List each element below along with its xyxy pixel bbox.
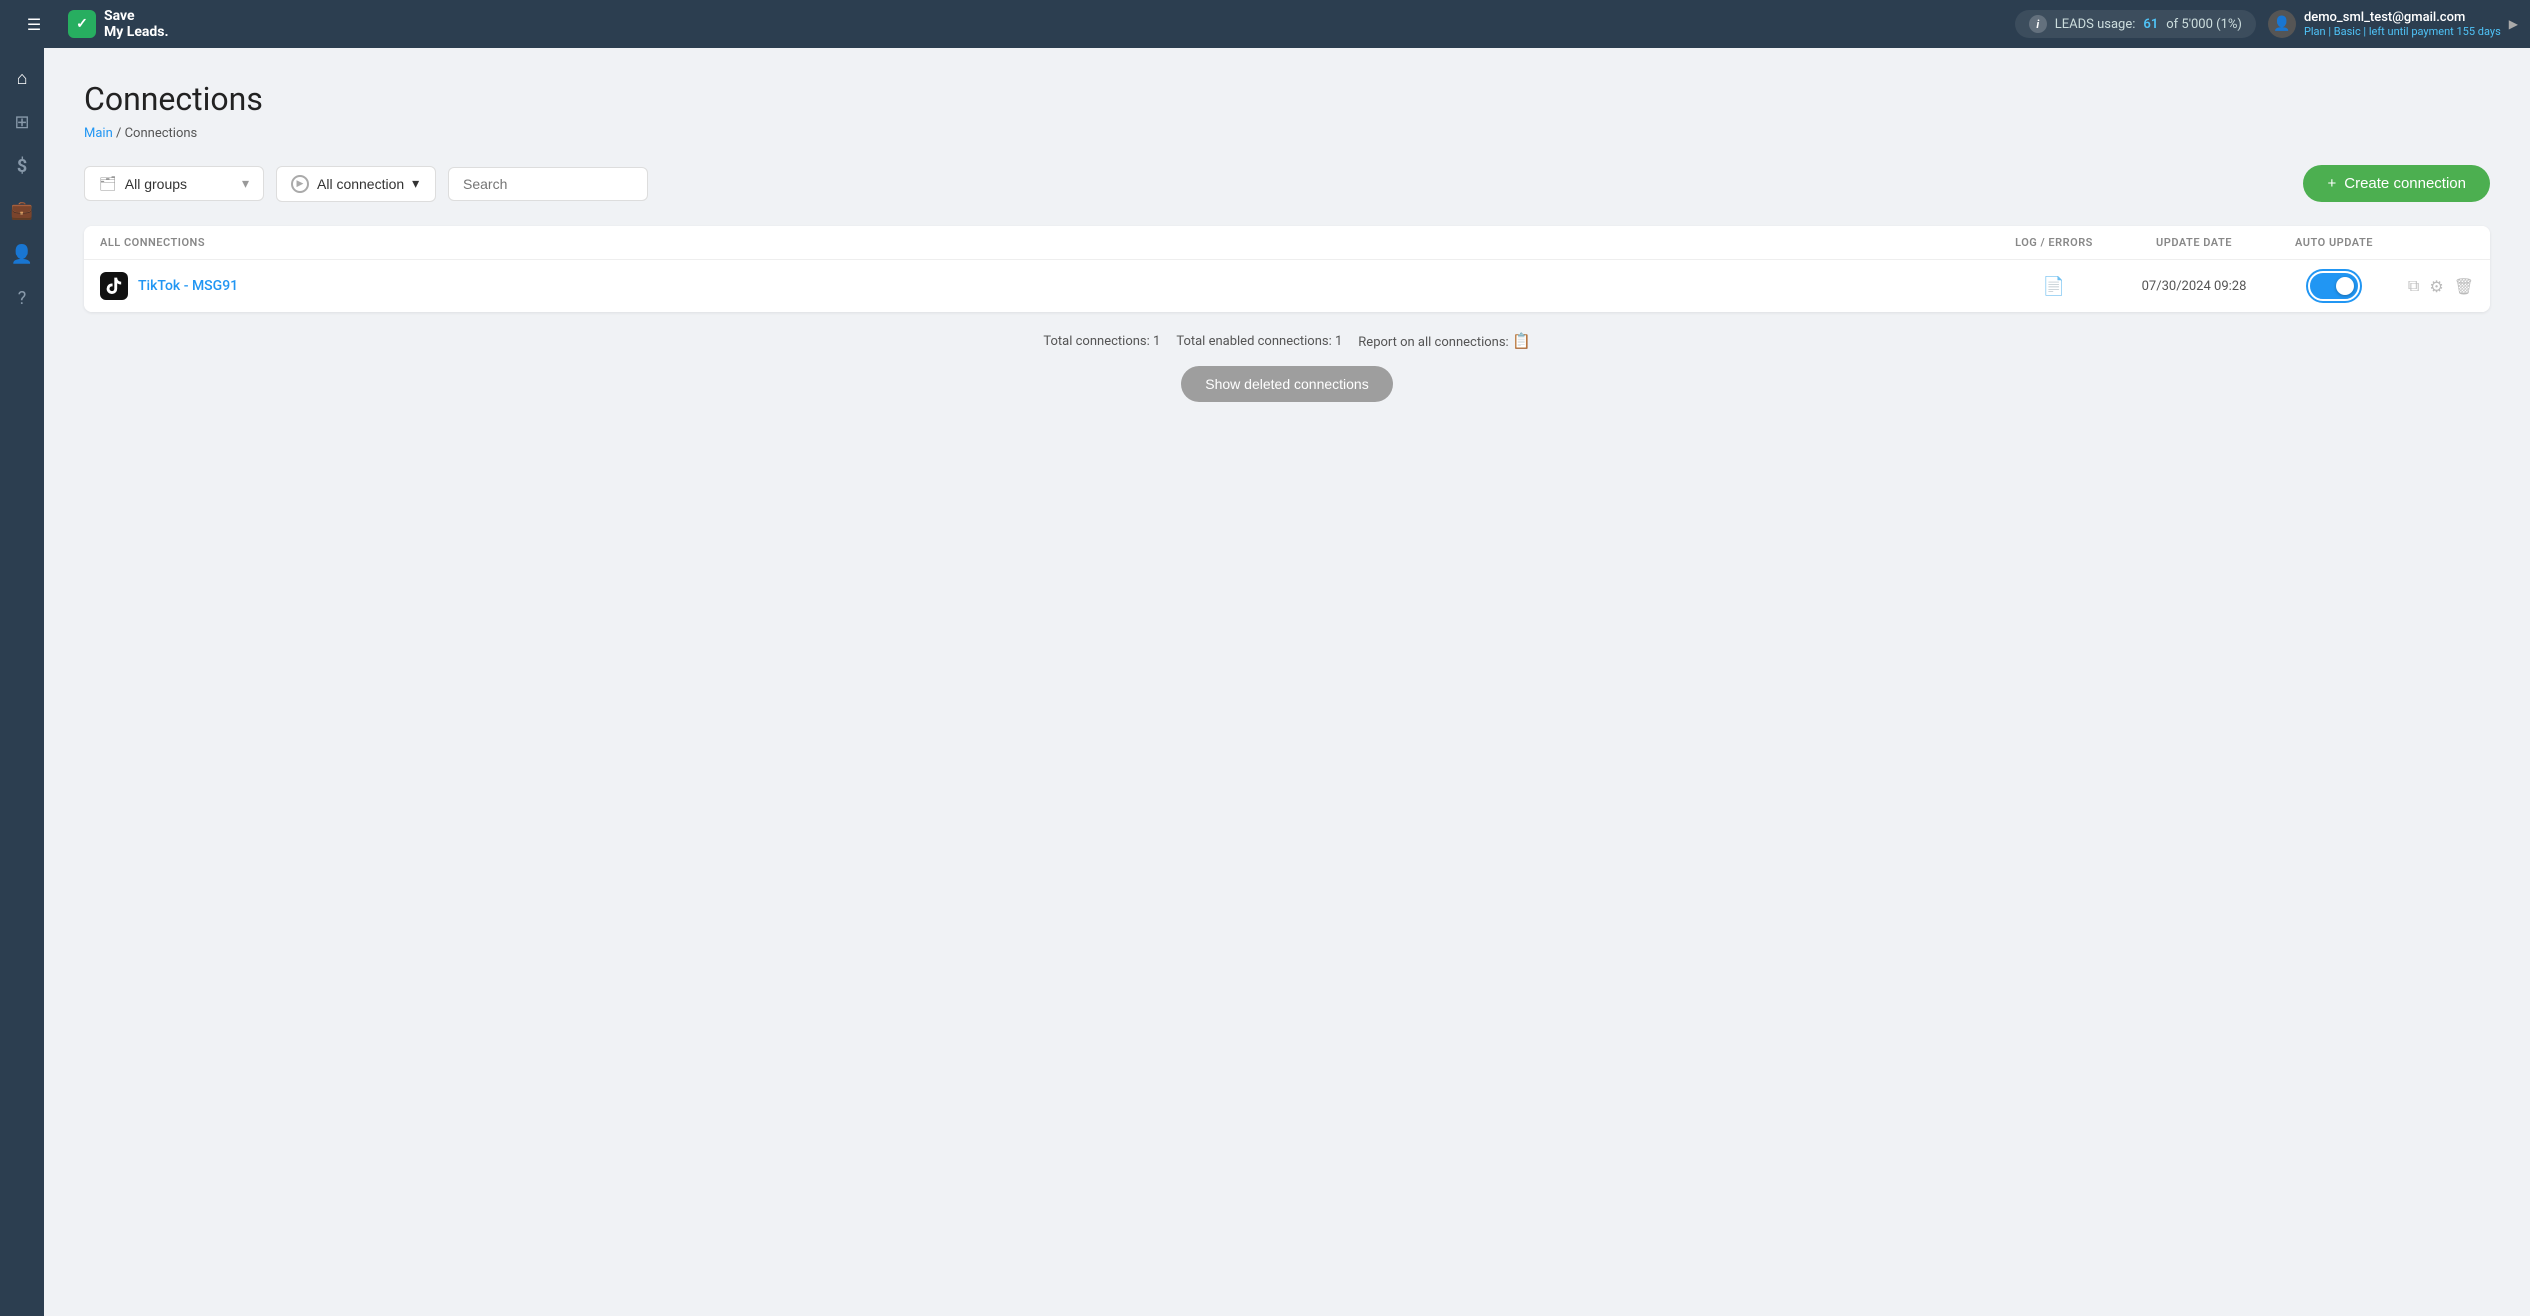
- actions-cell: ⧉ ⚙ 🗑: [2394, 276, 2474, 296]
- auto-update-toggle[interactable]: [2310, 273, 2358, 299]
- leads-usage: i LEADS usage: 61 of 5'000 (1%): [2015, 10, 2256, 38]
- delete-icon[interactable]: 🗑: [2454, 277, 2474, 296]
- copy-icon[interactable]: ⧉: [2408, 276, 2419, 296]
- table-row: TikTok - MSG91 📄 07/30/2024 09:28 ⧉ ⚙ 🗑: [84, 260, 2490, 312]
- toggle-knob: [2336, 277, 2354, 295]
- update-date-cell: 07/30/2024 09:28: [2114, 279, 2274, 294]
- sidebar-item-briefcase[interactable]: 💼: [0, 188, 44, 232]
- search-input[interactable]: [448, 167, 648, 201]
- groups-dropdown[interactable]: 🗂 All groups ▾: [84, 166, 264, 201]
- report-icon[interactable]: 📋: [1512, 332, 1531, 350]
- logo-icon: ✓: [68, 10, 96, 38]
- connections-table: ALL CONNECTIONS LOG / ERRORS UPDATE DATE…: [84, 226, 2490, 312]
- tiktok-icon: [100, 272, 128, 300]
- info-icon: i: [2029, 15, 2047, 33]
- sidebar-item-profile[interactable]: 👤: [0, 232, 44, 276]
- settings-icon[interactable]: ⚙: [2429, 277, 2443, 296]
- footer-stats: Total connections: 1 Total enabled conne…: [84, 332, 2490, 350]
- col-auto-update: AUTO UPDATE: [2274, 236, 2394, 249]
- sidebar-item-home[interactable]: ⌂: [0, 56, 44, 100]
- user-avatar: 👤: [2268, 10, 2296, 38]
- chevron-down-icon-2: ▾: [412, 175, 419, 192]
- auto-update-cell: [2274, 273, 2394, 299]
- user-menu[interactable]: 👤 demo_sml_test@gmail.com Plan | Basic |…: [2268, 10, 2518, 38]
- table-header: ALL CONNECTIONS LOG / ERRORS UPDATE DATE…: [84, 226, 2490, 260]
- sidebar-nav: ⌂ ⊞ $ 💼 👤 ?: [0, 48, 44, 1316]
- sidebar-item-help[interactable]: ?: [0, 276, 44, 320]
- logo-text: Save My Leads.: [104, 8, 169, 40]
- hamburger-menu[interactable]: ☰: [12, 2, 56, 46]
- user-menu-chevron: ▶: [2509, 17, 2518, 31]
- breadcrumb-main[interactable]: Main: [84, 126, 113, 141]
- topnav: ☰ ✓ Save My Leads. i LEADS usage: 61 of …: [0, 0, 2530, 48]
- main-content: Connections Main / Connections 🗂 All gro…: [44, 48, 2530, 1316]
- sidebar-item-connections[interactable]: ⊞: [0, 100, 44, 144]
- log-cell: 📄: [1994, 276, 2114, 297]
- log-document-icon[interactable]: 📄: [2043, 276, 2065, 297]
- play-icon: ▶: [291, 175, 309, 193]
- report-label: Report on all connections: 📋: [1358, 332, 1530, 350]
- connection-filter-dropdown[interactable]: ▶ All connection ▾: [276, 166, 436, 202]
- breadcrumb: Main / Connections: [84, 126, 2490, 141]
- plus-icon: +: [2327, 175, 2336, 192]
- create-connection-button[interactable]: + Create connection: [2303, 165, 2490, 202]
- chevron-down-icon: ▾: [242, 175, 249, 192]
- app-logo: ✓ Save My Leads.: [68, 8, 169, 40]
- page-title: Connections: [84, 80, 2490, 118]
- show-deleted-connections-button[interactable]: Show deleted connections: [1181, 366, 1392, 402]
- user-info: demo_sml_test@gmail.com Plan | Basic | l…: [2304, 10, 2501, 38]
- connection-link[interactable]: TikTok - MSG91: [138, 278, 238, 294]
- folder-icon: 🗂: [99, 175, 117, 192]
- col-update-date: UPDATE DATE: [2114, 236, 2274, 249]
- col-all-connections: ALL CONNECTIONS: [100, 236, 1994, 249]
- col-log-errors: LOG / ERRORS: [1994, 236, 2114, 249]
- sidebar-item-billing[interactable]: $: [0, 144, 44, 188]
- toolbar: 🗂 All groups ▾ ▶ All connection ▾ + Crea…: [84, 165, 2490, 202]
- user-plan-text: Plan | Basic | left until payment 155 da…: [2304, 25, 2501, 38]
- connection-name-cell: TikTok - MSG91: [100, 272, 1994, 300]
